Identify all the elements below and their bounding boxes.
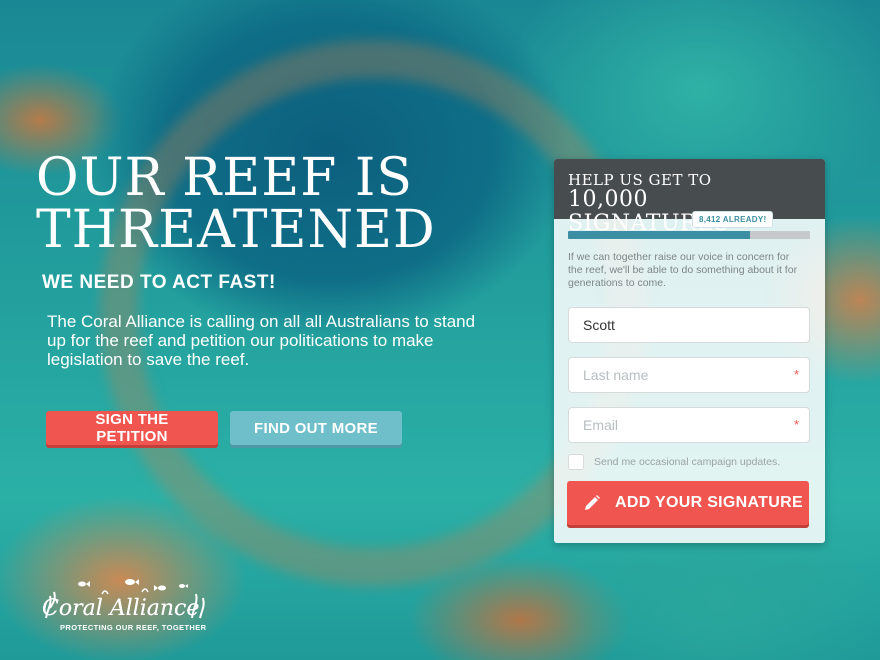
hero-actions: SIGN THE PETITION FIND OUT MORE <box>46 411 402 445</box>
petition-title-line-1: HELP US GET TO <box>568 171 712 189</box>
sign-petition-button[interactable]: SIGN THE PETITION <box>46 411 218 445</box>
updates-option: Send me occasional campaign updates. <box>568 454 780 470</box>
signature-count-badge: 8,412 ALREADY! <box>692 211 774 228</box>
hero-section: OUR REEF IS THREATENED WE NEED TO ACT FA… <box>36 152 536 369</box>
hero-body-text: The Coral Alliance is calling on all all… <box>47 312 476 369</box>
email-field[interactable] <box>568 407 810 443</box>
updates-checkbox[interactable] <box>568 454 584 470</box>
last-name-field[interactable] <box>568 357 810 393</box>
signature-progress: 8,412 ALREADY! <box>568 211 810 239</box>
updates-label[interactable]: Send me occasional campaign updates. <box>594 456 780 468</box>
petition-intro: If we can together raise our voice in co… <box>568 251 798 289</box>
subheading: WE NEED TO ACT FAST! <box>42 272 276 293</box>
first-name-field[interactable] <box>568 307 810 343</box>
progress-track <box>568 231 810 239</box>
logo-tagline: PROTECTING OUR REEF, TOGETHER <box>60 623 207 632</box>
headline: OUR REEF IS THREATENED <box>36 152 536 256</box>
last-name-required-mark: * <box>793 367 799 382</box>
logo-wordmark: Coral Alliance <box>42 596 200 621</box>
headline-line-2: THREATENED <box>36 200 436 260</box>
add-signature-button[interactable]: ADD YOUR SIGNATURE <box>567 481 809 525</box>
progress-fill <box>568 231 750 239</box>
add-signature-label: ADD YOUR SIGNATURE <box>615 494 803 511</box>
email-required-mark: * <box>793 417 799 432</box>
coral-alliance-logo[interactable]: Coral Alliance PROTECTING OUR REEF, TOGE… <box>42 578 208 632</box>
petition-header: HELP US GET TO 10,000 SIGNATURES <box>554 159 825 236</box>
petition-panel: HELP US GET TO 10,000 SIGNATURES 8,412 A… <box>554 159 825 543</box>
find-out-more-button[interactable]: FIND OUT MORE <box>230 411 402 445</box>
pencil-icon <box>583 494 601 512</box>
headline-line-1: OUR REEF IS <box>36 148 413 208</box>
petition-title-line-2: 10,000 SIGNATURES <box>568 187 730 236</box>
